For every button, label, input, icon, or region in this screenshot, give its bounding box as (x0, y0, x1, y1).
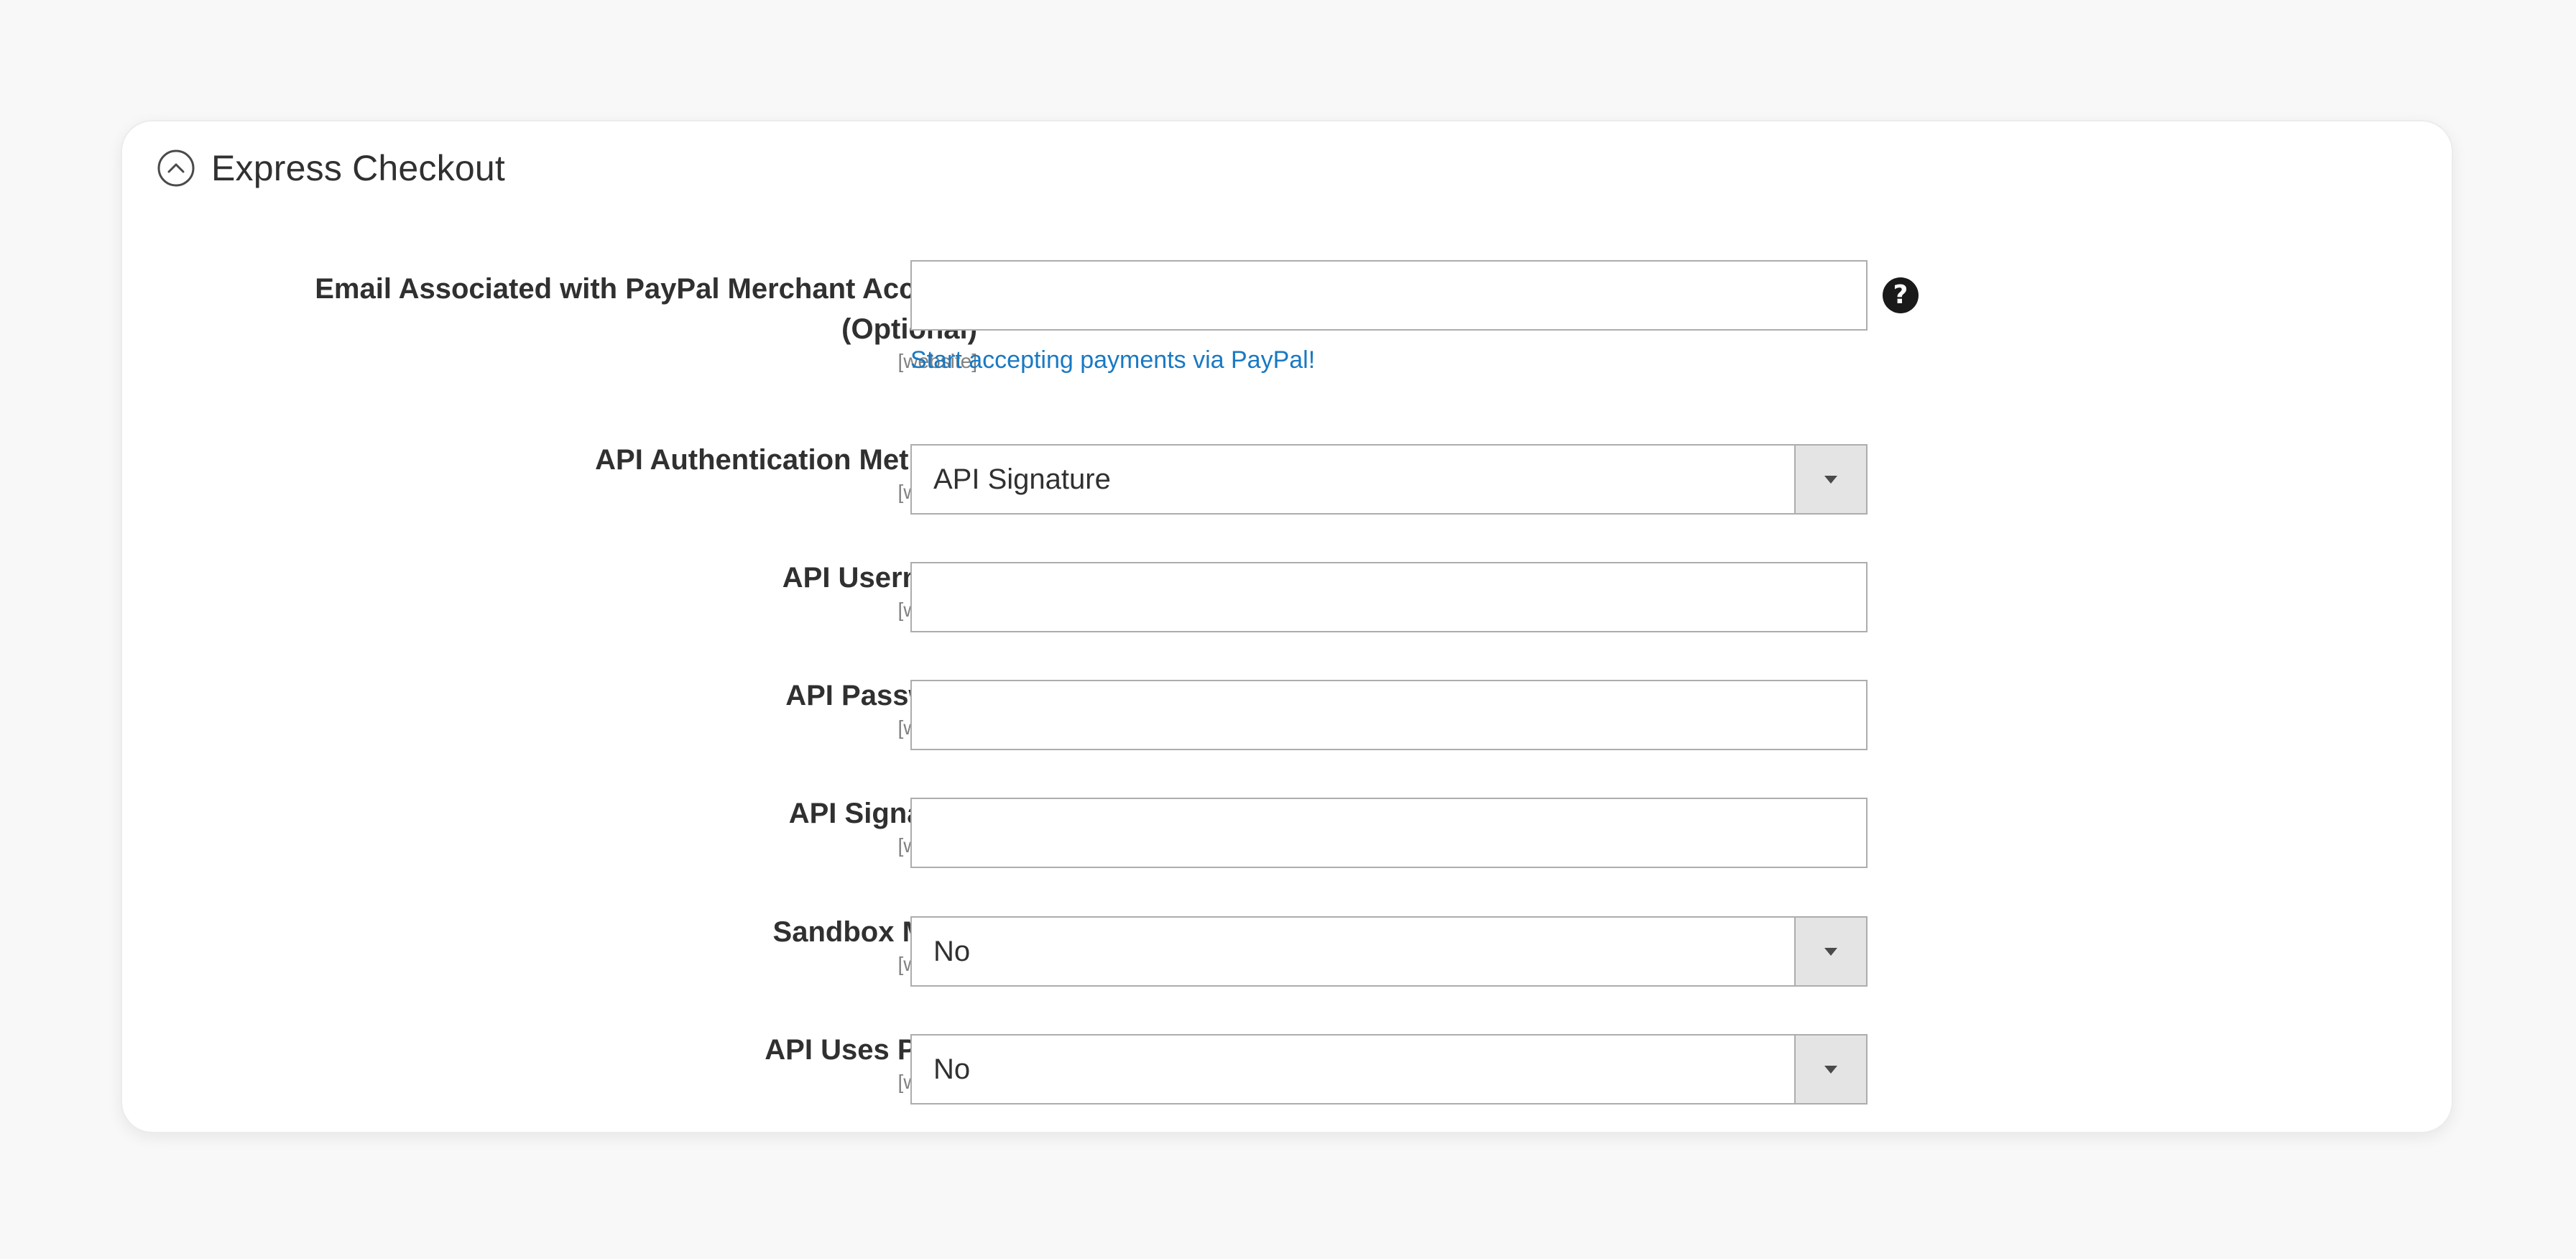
username-label: API Username (782, 562, 977, 594)
password-field[interactable] (912, 681, 1866, 749)
signature-scope: [website] (187, 834, 978, 858)
signature-field[interactable] (912, 799, 1866, 867)
password-label-group: API Password [website] (187, 675, 977, 740)
chevron-up-circle-icon[interactable] (157, 149, 195, 188)
signature-label-group: API Signature [website] (187, 793, 977, 858)
email-label-group: Email Associated with PayPal Merchant Ac… (187, 269, 977, 374)
proxy-label: API Uses Proxy (765, 1034, 977, 1066)
password-field-wrapper (910, 680, 1868, 750)
email-label: Email Associated with PayPal Merchant Ac… (315, 273, 977, 305)
sandbox-select[interactable]: No (910, 916, 1868, 987)
proxy-scope: [website] (187, 1070, 978, 1094)
sandbox-value: No (933, 936, 971, 967)
caret-down-icon (1824, 475, 1837, 484)
email-field-wrapper (910, 260, 1868, 331)
proxy-select[interactable]: No (910, 1034, 1868, 1104)
password-label: API Password (785, 680, 977, 711)
username-scope: [website] (187, 598, 978, 622)
email-field[interactable] (912, 262, 1866, 329)
auth-method-scope: [website] (187, 480, 978, 504)
caret-down-icon (1824, 947, 1837, 956)
sandbox-label: Sandbox Mode (772, 916, 977, 948)
username-field-wrapper (910, 562, 1868, 632)
email-scope: [website] (897, 350, 978, 372)
question-circle-icon[interactable]: ? (1883, 277, 1919, 313)
signature-field-wrapper (910, 798, 1868, 868)
proxy-value: No (933, 1053, 971, 1085)
express-checkout-card: Express Checkout Email Associated with P… (121, 120, 2453, 1133)
auth-method-label-group: API Authentication Methods [website] (187, 440, 977, 504)
proxy-dropdown-button[interactable] (1794, 1036, 1866, 1103)
auth-method-select[interactable]: API Signature (910, 444, 1868, 515)
sandbox-scope: [website] (187, 952, 978, 977)
username-field[interactable] (912, 563, 1866, 631)
sandbox-dropdown-button[interactable] (1794, 918, 1866, 985)
caret-down-icon (1824, 1065, 1837, 1074)
auth-method-value: API Signature (933, 464, 1111, 495)
sandbox-label-group: Sandbox Mode [website] (187, 912, 977, 977)
proxy-label-group: API Uses Proxy [website] (187, 1030, 977, 1094)
username-label-group: API Username [website] (187, 558, 977, 622)
auth-method-label: API Authentication Methods (595, 444, 977, 476)
section-header[interactable]: Express Checkout (157, 136, 505, 200)
auth-method-dropdown-button[interactable] (1794, 446, 1866, 513)
signature-label: API Signature (788, 798, 977, 829)
paypal-signup-link[interactable]: Start accepting payments via PayPal! (910, 346, 1315, 374)
section-title: Express Checkout (211, 148, 505, 188)
password-scope: [website] (187, 716, 978, 740)
email-label-optional: (Optional) (841, 313, 977, 345)
